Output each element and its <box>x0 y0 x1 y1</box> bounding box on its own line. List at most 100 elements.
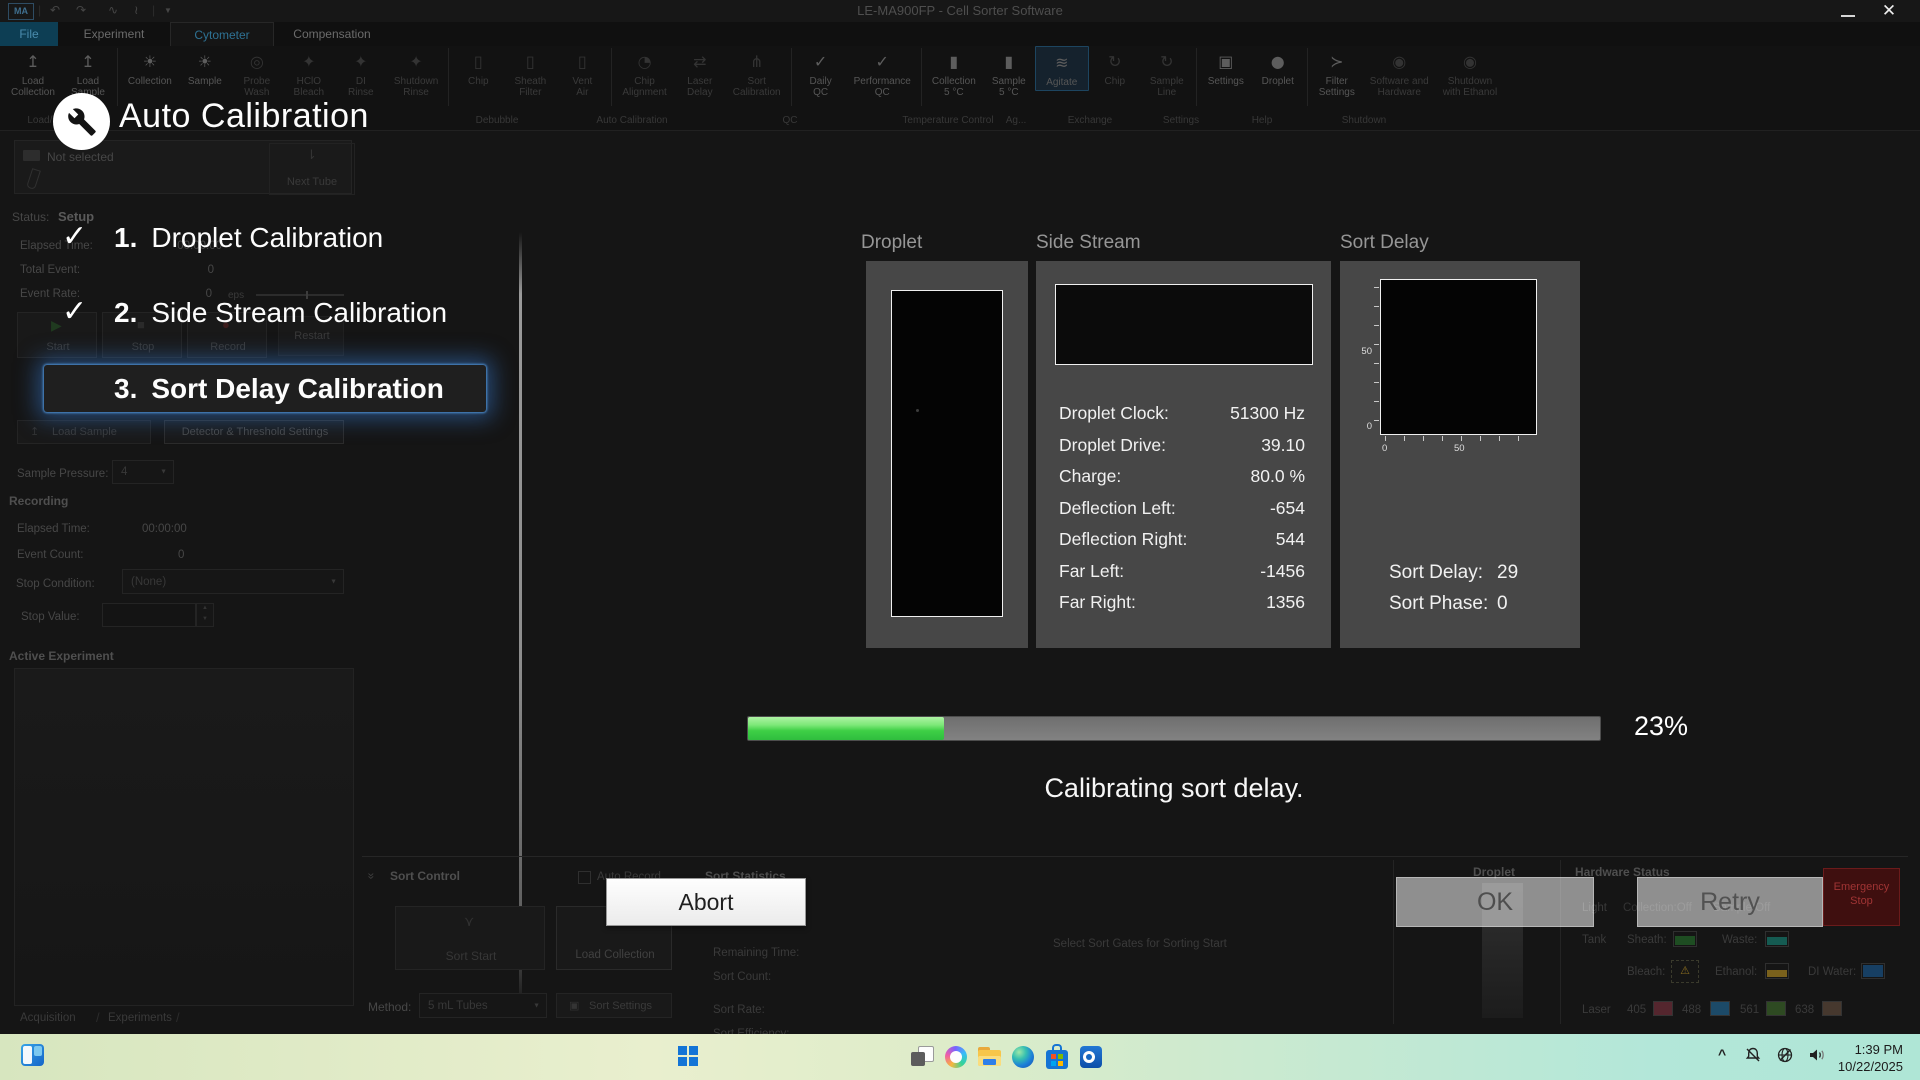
probe-wash-icon: ◎ <box>250 48 264 76</box>
emergency-stop-button[interactable]: Emergency Stop <box>1823 868 1900 926</box>
ribbon-group-separator <box>611 48 612 106</box>
waste-label: Waste: <box>1722 934 1757 946</box>
next-tube-button[interactable]: ⇂ Next Tube <box>269 143 355 195</box>
tray-time[interactable]: 1:39 PM <box>1855 1042 1903 1057</box>
droplet-icon: ● <box>1271 48 1285 76</box>
y-tick-0: 0 <box>1358 421 1372 432</box>
spinner-up-icon[interactable]: ▲ <box>202 605 208 611</box>
ribbon-button[interactable]: ↻ Sample Line <box>1141 46 1193 100</box>
ribbon-button[interactable]: ● Droplet <box>1252 46 1304 89</box>
close-icon[interactable]: ✕ <box>1876 0 1902 22</box>
ribbon-button[interactable]: ✦ DI Rinse <box>335 46 387 100</box>
ok-button[interactable]: OK <box>1396 877 1594 927</box>
ribbon-button[interactable]: ≻ Filter Settings <box>1311 46 1363 100</box>
event-count-value: 0 <box>178 549 184 561</box>
left-panel: Not selected ⇂ Next Tube Status: Setup E… <box>0 130 362 1030</box>
outlook-icon[interactable] <box>1080 1046 1102 1068</box>
ribbon-button[interactable]: ▮ Collection 5 °C <box>925 46 983 100</box>
sort-delay-panel-title: Sort Delay <box>1340 232 1429 254</box>
tray-date[interactable]: 10/22/2025 <box>1838 1059 1903 1074</box>
stat-row: Far Right: 1356 <box>1059 593 1305 611</box>
group-label: Settings <box>1163 115 1199 126</box>
chip-debubble-icon: ▯ <box>474 48 483 76</box>
play-icon: ▶ <box>51 317 62 334</box>
sort-delay-chart <box>1380 279 1537 435</box>
panel-splitter[interactable] <box>519 232 522 1008</box>
tab-experiment[interactable]: Experiment <box>58 22 170 46</box>
tab-compensation[interactable]: Compensation <box>272 22 392 46</box>
software-hardware-icon: ◉ <box>1392 48 1406 76</box>
tray-expand-chevron-icon[interactable]: ^ <box>1718 1046 1726 1062</box>
stat-label: Droplet Drive: <box>1059 436 1166 454</box>
ribbon-button[interactable]: ✓ Performance QC <box>847 46 918 100</box>
ribbon-button[interactable]: ↥ Load Collection <box>4 46 62 100</box>
tab-cytometer[interactable]: Cytometer <box>170 22 274 47</box>
ribbon-button[interactable]: ⋔ Sort Calibration <box>726 46 788 100</box>
event-rate-slider[interactable] <box>256 294 344 296</box>
stat-value: 39.10 <box>1261 436 1305 454</box>
ribbon-button[interactable]: ✓ Daily QC <box>795 46 847 100</box>
no-internet-globe-icon[interactable] <box>1776 1046 1794 1064</box>
spinner-down-icon[interactable]: ▼ <box>202 616 208 622</box>
notification-off-icon[interactable] <box>1744 1046 1762 1064</box>
settings-icon: ▣ <box>1218 48 1233 76</box>
ribbon-button[interactable]: ↥ Load Sample <box>62 46 114 100</box>
ribbon-button[interactable]: ◎ Probe Wash <box>231 46 283 100</box>
abort-button[interactable]: Abort <box>606 878 806 926</box>
stat-label: Droplet Clock: <box>1059 404 1169 422</box>
microsoft-store-icon[interactable] <box>1046 1044 1068 1069</box>
ribbon-button[interactable]: ▯ Chip <box>452 46 504 89</box>
ribbon-button[interactable]: ≋ Agitate <box>1035 46 1089 91</box>
sample-pressure-label: Sample Pressure: <box>17 468 108 480</box>
copilot-icon[interactable] <box>945 1046 967 1068</box>
ribbon-button[interactable]: ☀ Collection <box>121 46 179 89</box>
load-sample-button[interactable]: ↥ Load Sample <box>17 420 151 444</box>
stat-row: Droplet Drive: 39.10 <box>1059 436 1305 454</box>
minimize-icon[interactable] <box>1841 15 1855 17</box>
tab-file[interactable]: File <box>0 22 58 46</box>
ribbon-button[interactable]: ✦ Shutdown Rinse <box>387 46 445 100</box>
retry-button[interactable]: Retry <box>1637 877 1823 927</box>
ribbon-tab-row: File Experiment Cytometer Compensation <box>0 22 1920 47</box>
recording-header: Recording <box>9 494 68 508</box>
rec-elapsed-value: 00:00:00 <box>142 523 187 535</box>
waste-tank-icon <box>1765 931 1789 947</box>
speaker-icon[interactable] <box>1808 1046 1827 1064</box>
ribbon-button[interactable]: ▣ Settings <box>1200 46 1252 89</box>
total-event-value: 0 <box>150 264 214 276</box>
stat-row: Droplet Clock: 51300 Hz <box>1059 404 1305 422</box>
ribbon-button[interactable]: ▯ Sheath Filter <box>504 46 556 100</box>
ribbon-group-separator <box>1307 48 1308 106</box>
ribbon-button[interactable]: ◉ Software and Hardware <box>1363 46 1436 100</box>
y-axis-ticks <box>1374 287 1379 427</box>
active-experiment-box <box>14 668 354 1006</box>
stop-condition-dropdown[interactable]: (None) ▼ <box>122 569 344 594</box>
stop-value-spinner[interactable]: ▲ ▼ <box>196 603 214 627</box>
ribbon-button[interactable]: ⇄ Laser Delay <box>674 46 726 100</box>
x-tick-0: 0 <box>1382 443 1387 454</box>
ribbon-button[interactable]: ◉ Shutdown with Ethanol <box>1436 46 1504 100</box>
task-view-icon[interactable] <box>911 1046 933 1068</box>
sort-droplet-icon: ⋎ <box>464 913 474 930</box>
window-title: LE-MA900FP - Cell Sorter Software <box>0 3 1920 18</box>
detector-threshold-settings-button[interactable]: Detector & Threshold Settings <box>164 420 344 444</box>
progress-bar <box>747 716 1601 741</box>
start-button-icon[interactable] <box>678 1046 698 1066</box>
title-bar: MA | ↶ ↷ ∿ ≀ | ▼ LE-MA900FP - Cell Sorte… <box>0 0 1920 22</box>
tab-experiments[interactable]: Experiments <box>108 1012 172 1024</box>
tab-acquisition[interactable]: Acquisition <box>20 1012 76 1024</box>
ribbon-button[interactable]: ▮ Sample 5 °C <box>983 46 1035 100</box>
ribbon-button[interactable]: ☀ Sample <box>179 46 231 89</box>
stop-value-input[interactable] <box>102 603 196 627</box>
y-tick-50: 50 <box>1358 346 1372 357</box>
edge-icon[interactable] <box>1012 1046 1034 1068</box>
chevron-down-icon: ▼ <box>330 578 337 585</box>
widgets-icon[interactable] <box>21 1044 44 1066</box>
sample-pressure-dropdown[interactable]: 4 ▼ <box>112 460 174 484</box>
taskbar: MA ^ 1:39 PM 10/22/2025 <box>0 1034 1920 1080</box>
file-explorer-icon[interactable] <box>978 1047 1001 1066</box>
ribbon-button[interactable]: ◔ Chip Alignment <box>615 46 673 100</box>
ribbon-button[interactable]: ✦ HClO Bleach <box>283 46 335 100</box>
ribbon-button[interactable]: ↻ Chip <box>1089 46 1141 89</box>
ribbon-button[interactable]: ▯ Vent Air <box>556 46 608 100</box>
